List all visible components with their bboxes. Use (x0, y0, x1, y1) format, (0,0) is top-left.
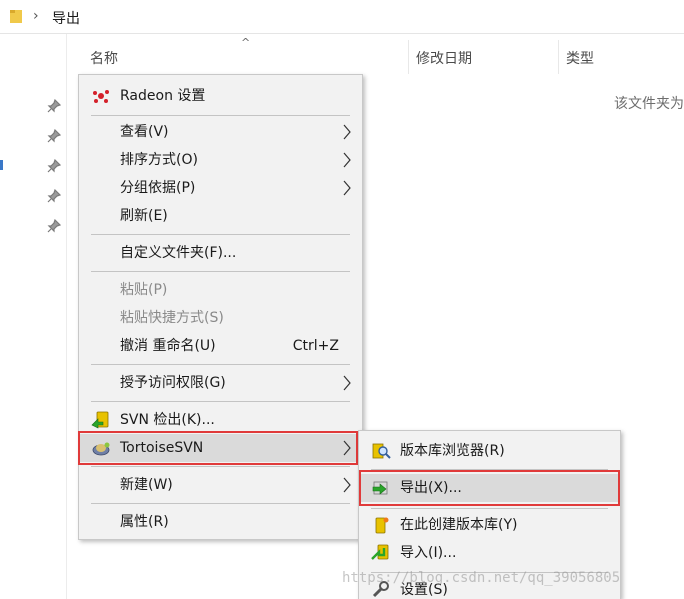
menu-item-label: 新建(W) (120, 477, 173, 493)
empty-folder-message: 该文件夹为 (614, 96, 684, 112)
pin-icon[interactable] (47, 99, 61, 113)
menu-item-import[interactable]: 导入(I)... (359, 539, 620, 567)
menu-item-label: 粘贴快捷方式(S) (120, 310, 224, 326)
menu-item-label: Radeon 设置 (120, 88, 206, 104)
column-type[interactable]: 类型 (566, 48, 594, 68)
menu-separator (91, 503, 350, 504)
menu-item-label: 自定义文件夹(F)... (120, 245, 237, 261)
menu-separator (91, 271, 350, 272)
menu-separator (91, 115, 350, 116)
menu-item-label: 分组依据(P) (120, 180, 196, 196)
menu-separator (91, 364, 350, 365)
context-menu: Radeon 设置 查看(V) 排序方式(O) 分组依据(P) 刷新(E) 自定… (78, 74, 363, 540)
radeon-icon (93, 90, 109, 103)
chevron-right-icon (343, 152, 351, 168)
menu-item-svn-checkout[interactable]: SVN 检出(K)... (79, 406, 362, 434)
menu-separator (371, 508, 608, 509)
pin-icon[interactable] (47, 159, 61, 173)
highlight-box-export (359, 470, 620, 506)
watermark: https://blog.csdn.net/qq_39056805 (342, 570, 621, 586)
column-date-modified[interactable]: 修改日期 (416, 48, 472, 68)
menu-item-paste: 粘贴(P) (79, 276, 362, 304)
highlight-box-tortoisesvn (78, 431, 358, 465)
create-repo-icon (375, 517, 389, 534)
menu-item-sort-by[interactable]: 排序方式(O) (79, 146, 362, 174)
menu-separator (91, 401, 350, 402)
menu-separator (91, 234, 350, 235)
repo-browser-icon (372, 443, 391, 459)
breadcrumb-chevron[interactable]: › (33, 8, 39, 24)
menu-item-label: 查看(V) (120, 124, 169, 140)
pin-icon[interactable] (47, 219, 61, 233)
menu-separator (91, 466, 350, 467)
nav-selection-mark (0, 160, 3, 170)
menu-item-label: 在此创建版本库(Y) (400, 517, 518, 533)
menu-item-paste-shortcut: 粘贴快捷方式(S) (79, 304, 362, 332)
menu-item-refresh[interactable]: 刷新(E) (79, 202, 362, 230)
menu-item-label: 版本库浏览器(R) (400, 443, 505, 459)
menu-item-radeon-settings[interactable]: Radeon 设置 (79, 82, 362, 110)
svn-checkout-icon (91, 411, 109, 429)
chevron-right-icon (343, 124, 351, 140)
breadcrumb-path[interactable]: 导出 (52, 8, 80, 28)
pin-icon[interactable] (47, 129, 61, 143)
pin-icon[interactable] (47, 189, 61, 203)
menu-item-create-repo[interactable]: 在此创建版本库(Y) (359, 511, 620, 539)
menu-item-label: 属性(R) (120, 514, 169, 530)
nav-pane-divider (66, 34, 67, 599)
menu-item-label: 排序方式(O) (120, 152, 198, 168)
menu-item-view[interactable]: 查看(V) (79, 118, 362, 146)
menu-item-repo-browser[interactable]: 版本库浏览器(R) (359, 437, 620, 465)
menu-item-group-by[interactable]: 分组依据(P) (79, 174, 362, 202)
menu-item-undo-rename[interactable]: 撤消 重命名(U) Ctrl+Z (79, 332, 362, 360)
menu-item-label: 刷新(E) (120, 208, 168, 224)
folder-icon (10, 10, 22, 23)
menu-item-label: 粘贴(P) (120, 282, 168, 298)
chevron-right-icon (343, 477, 351, 493)
import-icon (371, 544, 389, 560)
column-separator[interactable] (558, 40, 559, 74)
column-separator[interactable] (408, 40, 409, 74)
sort-indicator-icon: ^ (241, 36, 251, 49)
column-name[interactable]: 名称 (90, 48, 118, 68)
menu-item-give-access[interactable]: 授予访问权限(G) (79, 369, 362, 397)
menu-item-label: 授予访问权限(G) (120, 375, 226, 391)
menu-item-label: 撤消 重命名(U) (120, 338, 216, 354)
menu-item-label: SVN 检出(K)... (120, 412, 215, 428)
chevron-right-icon (343, 375, 351, 391)
menu-item-new[interactable]: 新建(W) (79, 471, 362, 499)
chevron-right-icon (343, 180, 351, 196)
address-bar[interactable]: › 导出 (0, 0, 684, 34)
menu-item-customize-folder[interactable]: 自定义文件夹(F)... (79, 239, 362, 267)
shortcut-label: Ctrl+Z (292, 338, 339, 354)
menu-item-label: 导入(I)... (400, 545, 457, 561)
menu-item-properties[interactable]: 属性(R) (79, 508, 362, 536)
